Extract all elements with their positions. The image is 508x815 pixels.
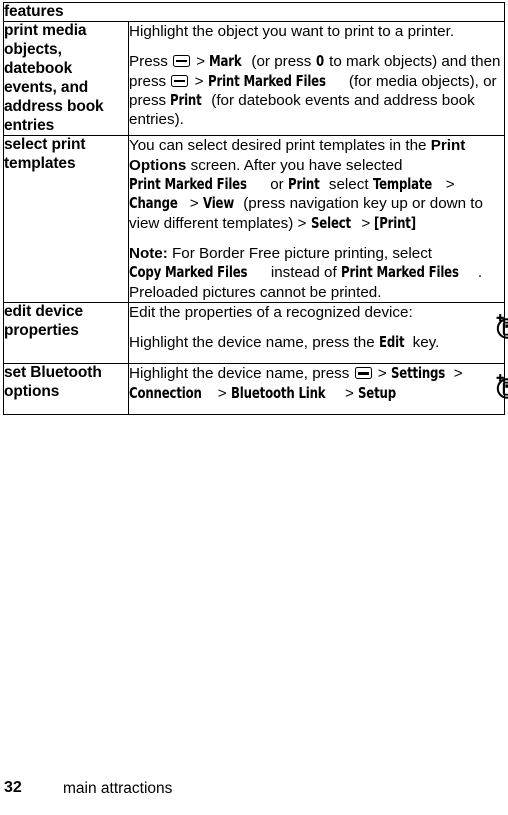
table-row: set Bluetooth options Highlight the devic… xyxy=(3,363,508,415)
bluetooth-device-icon xyxy=(494,313,508,340)
body-text: For Border Free picture printing, select xyxy=(167,244,433,262)
body-text: (or press xyxy=(247,53,316,71)
table-row: print media objects, datebook events, an… xyxy=(3,20,505,137)
path-separator: > xyxy=(373,365,391,383)
features-table-body: features xyxy=(3,2,505,22)
table-header-row: features xyxy=(3,2,505,22)
path-separator: > xyxy=(293,214,311,232)
ui-term: Setup xyxy=(358,383,397,402)
menu-key-icon xyxy=(173,55,191,68)
feature-description: Highlight the device name, press > Setti… xyxy=(128,363,508,415)
feature-term: print media objects, datebook events, an… xyxy=(3,20,129,137)
description-paragraph: Press > Mark (or press 0 to mark objects… xyxy=(129,52,504,129)
path-separator: > xyxy=(185,195,203,213)
body-text: Highlight the device name, press the xyxy=(129,334,379,352)
ui-term: Select xyxy=(310,213,351,232)
ui-term: Print xyxy=(170,90,202,109)
body-text: select xyxy=(324,176,373,194)
path-separator: > xyxy=(213,384,231,402)
table-row: select print templates You can select des… xyxy=(3,135,505,303)
description-paragraph: You can select desired print templates i… xyxy=(129,136,504,232)
bluetooth-device-icon xyxy=(494,374,508,400)
body-text: screen. After you have selected xyxy=(186,156,403,174)
path-separator: > xyxy=(441,176,455,194)
body-text: Highlight the object you want to print t… xyxy=(129,23,455,40)
ui-term: Settings xyxy=(390,364,445,383)
ui-term: Change xyxy=(129,194,178,213)
path-separator: > xyxy=(192,53,210,71)
ui-term: Copy Marked Files xyxy=(129,263,248,282)
feature-description: Edit the properties of a recognized devi… xyxy=(128,301,508,365)
ui-term: Print Marked Files xyxy=(207,71,326,90)
feature-term: edit device properties xyxy=(3,301,129,365)
ui-term: Edit xyxy=(378,333,405,352)
page-number: 32 xyxy=(4,779,22,796)
ui-term: Bluetooth Link xyxy=(230,383,326,402)
feature-term: select print templates xyxy=(3,135,129,303)
ui-term: Connection xyxy=(129,383,202,402)
features-table: features print media objects, datebook e… xyxy=(3,2,508,415)
body-text: Edit the properties of a recognized devi… xyxy=(129,303,413,321)
feature-term: set Bluetooth options xyxy=(3,363,129,415)
ui-term: Mark xyxy=(209,52,242,71)
path-separator: > xyxy=(453,365,463,383)
body-text: key. xyxy=(408,334,440,352)
ui-term: Print Marked Files xyxy=(129,175,247,194)
body-text: Press xyxy=(129,53,173,71)
table-header-features: features xyxy=(3,2,505,22)
path-separator: > xyxy=(357,214,375,232)
ui-term: Print Marked Files xyxy=(340,263,459,282)
ui-term: Print xyxy=(287,175,320,194)
ui-term: Template xyxy=(372,175,432,194)
description-paragraph: Note: For Border Free picture printing, … xyxy=(129,244,504,302)
body-text: You can select desired print templates i… xyxy=(129,137,431,155)
feature-description: Highlight the object you want to print t… xyxy=(128,20,505,137)
ui-term: [Print] xyxy=(374,213,417,232)
description-paragraph: Edit the properties of a recognized devi… xyxy=(129,303,504,322)
body-text: or xyxy=(266,176,288,194)
description-paragraph: Highlight the device name, press > Setti… xyxy=(129,364,504,403)
path-separator: > xyxy=(340,384,359,402)
table-rows: print media objects, datebook events, an… xyxy=(3,20,508,415)
page-footer: 32 main attractions xyxy=(0,779,508,805)
running-footer-label: main attractions xyxy=(63,780,173,797)
menu-key-icon xyxy=(171,74,189,87)
emphasis-text: Note: xyxy=(129,244,168,262)
feature-description: You can select desired print templates i… xyxy=(128,135,505,303)
ui-term: 0 xyxy=(315,52,324,71)
body-text: Highlight the device name, press xyxy=(129,365,354,383)
table-row: edit device properties Edit the propertie… xyxy=(3,301,508,365)
menu-key-icon xyxy=(354,367,372,380)
description-paragraph: Highlight the device name, press the Edi… xyxy=(129,333,504,352)
body-text: instead of xyxy=(266,264,341,282)
path-separator: > xyxy=(190,72,208,90)
ui-term: View xyxy=(202,194,234,213)
description-paragraph: Highlight the object you want to print t… xyxy=(129,22,504,41)
